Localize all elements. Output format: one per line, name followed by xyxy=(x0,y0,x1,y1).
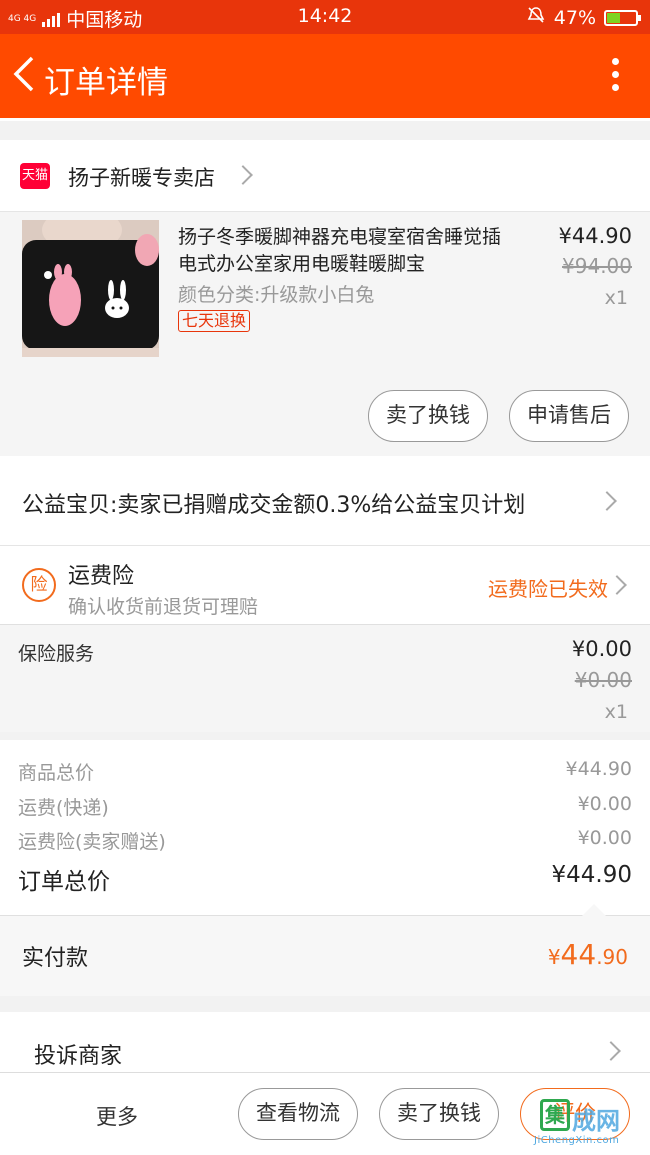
chevron-right-icon xyxy=(233,165,253,185)
tmall-icon: 天猫 xyxy=(20,163,50,189)
insurance-title: 运费险 xyxy=(68,564,135,589)
summary-row: 运费(快递) ¥0.00 xyxy=(18,793,632,820)
back-icon[interactable] xyxy=(10,54,40,94)
price-summary: 商品总价 ¥44.90 运费(快递) ¥0.00 运费险(卖家赠送) ¥0.00… xyxy=(0,740,650,916)
shipping-insurance-row[interactable]: 险 运费险 确认收货前退货可理赔 运费险已失效 xyxy=(0,546,650,624)
app-header: 订单详情 xyxy=(0,34,650,118)
order-total-row: 订单总价 ¥44.90 xyxy=(18,862,632,896)
service-label: 保险服务 xyxy=(18,643,95,665)
chevron-right-icon xyxy=(607,575,627,595)
summary-label: 运费(快递) xyxy=(18,797,109,819)
watermark-logo: 集 成网 JiChengXin.com xyxy=(528,1099,646,1147)
amount-decimal: .90 xyxy=(596,945,628,969)
insurance-subtitle: 确认收货前退货可理赔 xyxy=(68,596,259,618)
product-card[interactable]: 扬子冬季暖脚神器充电寝室宿舍睡觉插电式办公室家用电暖鞋暖脚宝 颜色分类:升级款小… xyxy=(0,212,650,456)
battery-percent: 47% xyxy=(553,6,596,29)
product-image[interactable] xyxy=(22,220,159,357)
page-title: 订单详情 xyxy=(44,65,168,101)
insurance-status: 运费险已失效 xyxy=(488,577,608,601)
charity-row[interactable]: 公益宝贝:卖家已捐赠成交金额0.3%给公益宝贝计划 xyxy=(0,456,650,546)
summary-label: 运费险(卖家赠送) xyxy=(18,831,166,853)
view-logistics-button[interactable]: 查看物流 xyxy=(238,1088,358,1140)
summary-label: 商品总价 xyxy=(18,762,95,784)
shop-name: 扬子新暖专卖店 xyxy=(68,166,215,190)
resell-button[interactable]: 卖了换钱 xyxy=(379,1088,499,1140)
summary-row: 运费险(卖家赠送) ¥0.00 xyxy=(18,827,632,854)
divider xyxy=(0,118,650,140)
order-total-value: ¥44.90 xyxy=(551,862,632,888)
summary-row: 商品总价 ¥44.90 xyxy=(18,758,632,785)
summary-value: ¥0.00 xyxy=(577,827,632,849)
battery-icon xyxy=(604,9,641,26)
bottom-action-bar: 更多 查看物流 卖了换钱 评价 集 成网 JiChengXin.com xyxy=(0,1072,650,1155)
product-original-price: ¥94.00 xyxy=(562,254,632,278)
actual-payment-label: 实付款 xyxy=(22,946,89,971)
service-original-price: ¥0.00 xyxy=(574,668,632,692)
status-bar: 4G 4G 中国移动 14:42 47% xyxy=(0,0,650,34)
service-quantity: x1 xyxy=(604,701,628,723)
chevron-right-icon xyxy=(597,491,617,511)
actual-payment-row: 实付款 ¥44.90 xyxy=(0,904,650,996)
watermark-icon: 集 xyxy=(540,1099,570,1131)
complain-merchant-label: 投诉商家 xyxy=(34,1044,123,1069)
return-policy-badge: 七天退换 xyxy=(178,310,251,332)
product-price: ¥44.90 xyxy=(558,224,632,248)
mute-icon xyxy=(526,5,546,30)
watermark-text: 成网 xyxy=(572,1107,620,1135)
chevron-right-icon xyxy=(601,1041,621,1061)
caret-up-icon xyxy=(582,904,606,916)
product-quantity: x1 xyxy=(604,287,628,309)
charity-text: 公益宝贝:卖家已捐赠成交金额0.3%给公益宝贝计划 xyxy=(22,493,526,518)
product-title[interactable]: 扬子冬季暖脚神器充电寝室宿舍睡觉插电式办公室家用电暖鞋暖脚宝 xyxy=(178,224,508,278)
resell-button[interactable]: 卖了换钱 xyxy=(368,390,488,442)
amount-integer: 44 xyxy=(560,938,597,971)
after-sales-button[interactable]: 申请售后 xyxy=(509,390,629,442)
service-price: ¥0.00 xyxy=(571,637,632,661)
watermark-url: JiChengXin.com xyxy=(534,1135,620,1146)
more-vertical-icon[interactable] xyxy=(610,58,620,98)
summary-value: ¥44.90 xyxy=(565,758,632,780)
currency-symbol: ¥ xyxy=(547,945,561,969)
order-total-label: 订单总价 xyxy=(18,869,110,895)
service-item: 保险服务 ¥0.00 ¥0.00 x1 xyxy=(0,624,650,732)
more-button[interactable]: 更多 xyxy=(96,1101,138,1131)
product-variant: 颜色分类:升级款小白兔 xyxy=(178,284,375,306)
actual-payment-amount: ¥44.90 xyxy=(548,938,628,971)
summary-value: ¥0.00 xyxy=(577,793,632,815)
insurance-icon: 险 xyxy=(22,568,56,602)
shop-row[interactable]: 天猫 扬子新暖专卖店 xyxy=(0,140,650,212)
